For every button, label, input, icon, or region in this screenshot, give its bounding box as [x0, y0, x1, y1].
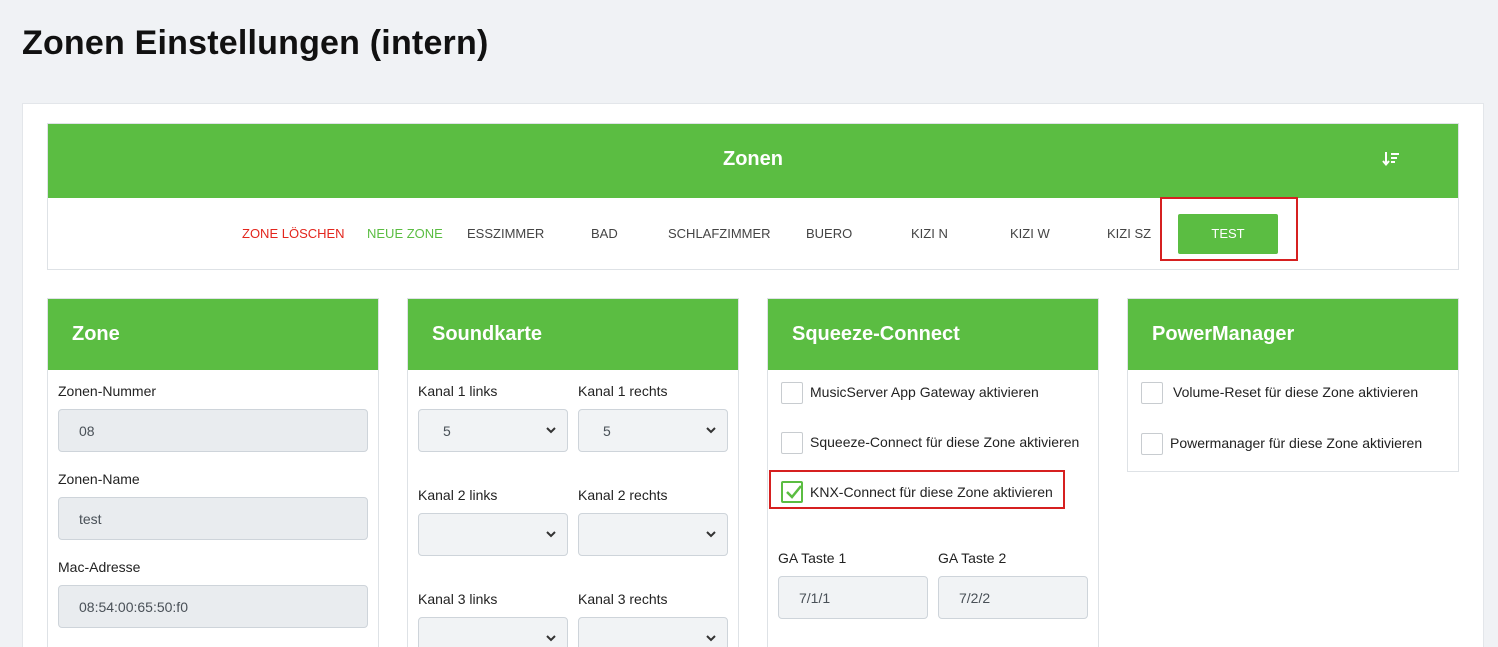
kanal-3-links-label: Kanal 3 links: [418, 591, 498, 607]
kanal-2-rechts-label: Kanal 2 rechts: [578, 487, 668, 503]
kanal-1-links-label: Kanal 1 links: [418, 383, 498, 399]
chevron-down-icon: [706, 531, 716, 538]
kanal-1-links-value: 5: [443, 423, 451, 439]
zonen-header: Zonen: [48, 124, 1458, 198]
ga-taste-2-field[interactable]: 7/2/2: [938, 576, 1088, 619]
page-title: Zonen Einstellungen (intern): [22, 24, 489, 62]
kanal-3-links-select[interactable]: [418, 617, 568, 647]
chevron-down-icon: [706, 427, 716, 434]
volume-reset-label[interactable]: Volume-Reset für diese Zone aktivieren: [1173, 384, 1418, 400]
kanal-1-rechts-value: 5: [603, 423, 611, 439]
volume-reset-checkbox[interactable]: [1141, 382, 1163, 404]
squeeze-connect-panel-title: Squeeze-Connect: [768, 299, 1098, 370]
powermanager-label[interactable]: Powermanager für diese Zone aktivieren: [1170, 435, 1422, 451]
tab-kizi-sz[interactable]: KIZI SZ: [1107, 226, 1151, 241]
active-tab-highlight: [1160, 197, 1298, 261]
kanal-2-rechts-select[interactable]: [578, 513, 728, 556]
zonen-nummer-field[interactable]: 08: [58, 409, 368, 452]
powermanager-checkbox[interactable]: [1141, 433, 1163, 455]
ga-taste-2-label: GA Taste 2: [938, 550, 1007, 566]
kanal-1-rechts-select[interactable]: 5: [578, 409, 728, 452]
tab-kizi-w[interactable]: KIZI W: [1010, 226, 1050, 241]
zonen-name-field[interactable]: test: [58, 497, 368, 540]
kanal-3-rechts-label: Kanal 3 rechts: [578, 591, 668, 607]
kanal-1-rechts-label: Kanal 1 rechts: [578, 383, 668, 399]
chevron-down-icon: [546, 531, 556, 538]
musicserver-gateway-label[interactable]: MusicServer App Gateway aktivieren: [810, 384, 1039, 400]
knx-connect-highlight: [769, 470, 1065, 509]
tab-schlafzimmer[interactable]: SCHLAFZIMMER: [668, 226, 771, 241]
sort-descending-icon[interactable]: [1382, 150, 1400, 168]
kanal-1-links-select[interactable]: 5: [418, 409, 568, 452]
zone-panel: Zone Zonen-Nummer 08 Zonen-Name test Mac…: [47, 298, 379, 647]
kanal-2-links-label: Kanal 2 links: [418, 487, 498, 503]
tab-neue-zone[interactable]: NEUE ZONE: [367, 226, 443, 241]
zone-panel-title: Zone: [48, 299, 378, 370]
mac-adresse-label: Mac-Adresse: [58, 559, 141, 575]
tab-zone-loeschen[interactable]: ZONE LÖSCHEN: [242, 226, 345, 241]
powermanager-panel-title: PowerManager: [1128, 299, 1458, 370]
squeeze-connect-checkbox[interactable]: [781, 432, 803, 454]
chevron-down-icon: [706, 635, 716, 642]
soundkarte-panel: Soundkarte Kanal 1 links 5 Kanal 1 recht…: [407, 298, 739, 647]
kanal-2-links-select[interactable]: [418, 513, 568, 556]
tab-esszimmer[interactable]: ESSZIMMER: [467, 226, 544, 241]
ga-taste-1-field[interactable]: 7/1/1: [778, 576, 928, 619]
powermanager-panel: PowerManager Volume-Reset für diese Zone…: [1127, 298, 1459, 472]
soundkarte-panel-title: Soundkarte: [408, 299, 738, 370]
chevron-down-icon: [546, 427, 556, 434]
zonen-nummer-label: Zonen-Nummer: [58, 383, 157, 399]
squeeze-connect-label[interactable]: Squeeze-Connect für diese Zone aktiviere…: [810, 434, 1079, 450]
zonen-name-label: Zonen-Name: [58, 471, 140, 487]
musicserver-gateway-checkbox[interactable]: [781, 382, 803, 404]
zonen-title: Zonen: [723, 148, 783, 170]
kanal-3-rechts-select[interactable]: [578, 617, 728, 647]
tab-bad[interactable]: BAD: [591, 226, 618, 241]
chevron-down-icon: [546, 635, 556, 642]
mac-adresse-field[interactable]: 08:54:00:65:50:f0: [58, 585, 368, 628]
tab-kizi-n[interactable]: KIZI N: [911, 226, 948, 241]
tab-buero[interactable]: BUERO: [806, 226, 852, 241]
ga-taste-1-label: GA Taste 1: [778, 550, 847, 566]
